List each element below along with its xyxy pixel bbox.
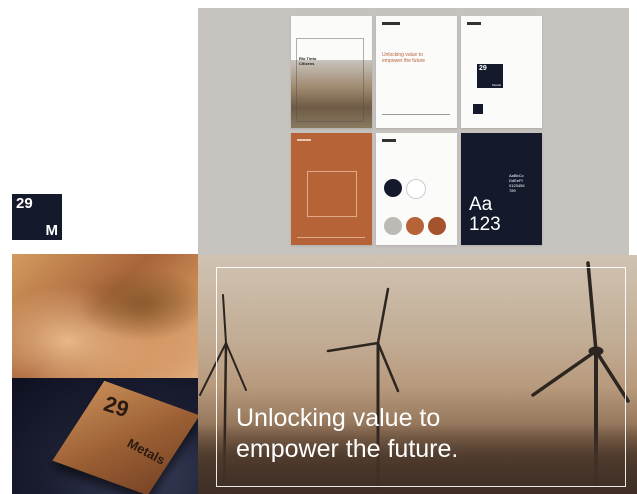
metal-plate-photo: 29 Metals — [12, 378, 198, 494]
text-page: Unlocking value to empower the future — [376, 16, 457, 128]
cover-title: Rio Tinto Citizens — [299, 56, 317, 66]
hero-headline: Unlocking value to empower the future. — [236, 403, 458, 465]
orange-page — [291, 133, 372, 245]
cover-page: Rio Tinto Citizens — [291, 16, 372, 128]
logo-page-word: Metals — [492, 83, 501, 87]
brand-pages-panel: Rio Tinto Citizens Unlocking value to em… — [198, 8, 629, 255]
logo-letter: M — [45, 222, 59, 239]
type-page-sample: AaBbCc DdEeFf 0123456 789 — [509, 173, 525, 193]
type-page: Aa 123 AaBbCc DdEeFf 0123456 789 — [461, 133, 542, 245]
hero-headline-line1: Unlocking value to — [236, 404, 441, 432]
text-page-header — [382, 22, 400, 25]
type-page-big-1: Aa — [469, 194, 493, 215]
29-metals-logo: 29 M — [12, 194, 62, 240]
text-page-title: Unlocking value to empower the future — [382, 52, 426, 64]
wind-turbine-hero: Unlocking value to empower the future. — [198, 255, 637, 494]
cover-frame — [296, 38, 364, 122]
logo-page: 29 Metals — [461, 16, 542, 128]
color-page-header — [382, 139, 396, 142]
logo-page-number: 29 — [479, 65, 487, 72]
mineral-photo — [12, 254, 198, 378]
swatch-copper — [406, 217, 424, 235]
logo-page-header — [467, 22, 481, 25]
orange-page-header — [297, 139, 311, 141]
logo-number: 29 — [16, 195, 33, 212]
swatch-copper-dark — [428, 217, 446, 235]
orange-page-rule — [297, 237, 365, 238]
swatch-white — [406, 179, 426, 199]
text-page-rule — [382, 114, 450, 115]
swatch-navy — [384, 179, 402, 197]
swatch-grey — [384, 217, 402, 235]
orange-page-frame — [307, 171, 357, 217]
logo-page-small-mark — [473, 104, 483, 114]
logo-page-mark: 29 Metals — [477, 64, 503, 88]
color-page — [376, 133, 457, 245]
hero-headline-line2: empower the future. — [236, 435, 459, 463]
type-page-big-2: 123 — [469, 214, 501, 235]
